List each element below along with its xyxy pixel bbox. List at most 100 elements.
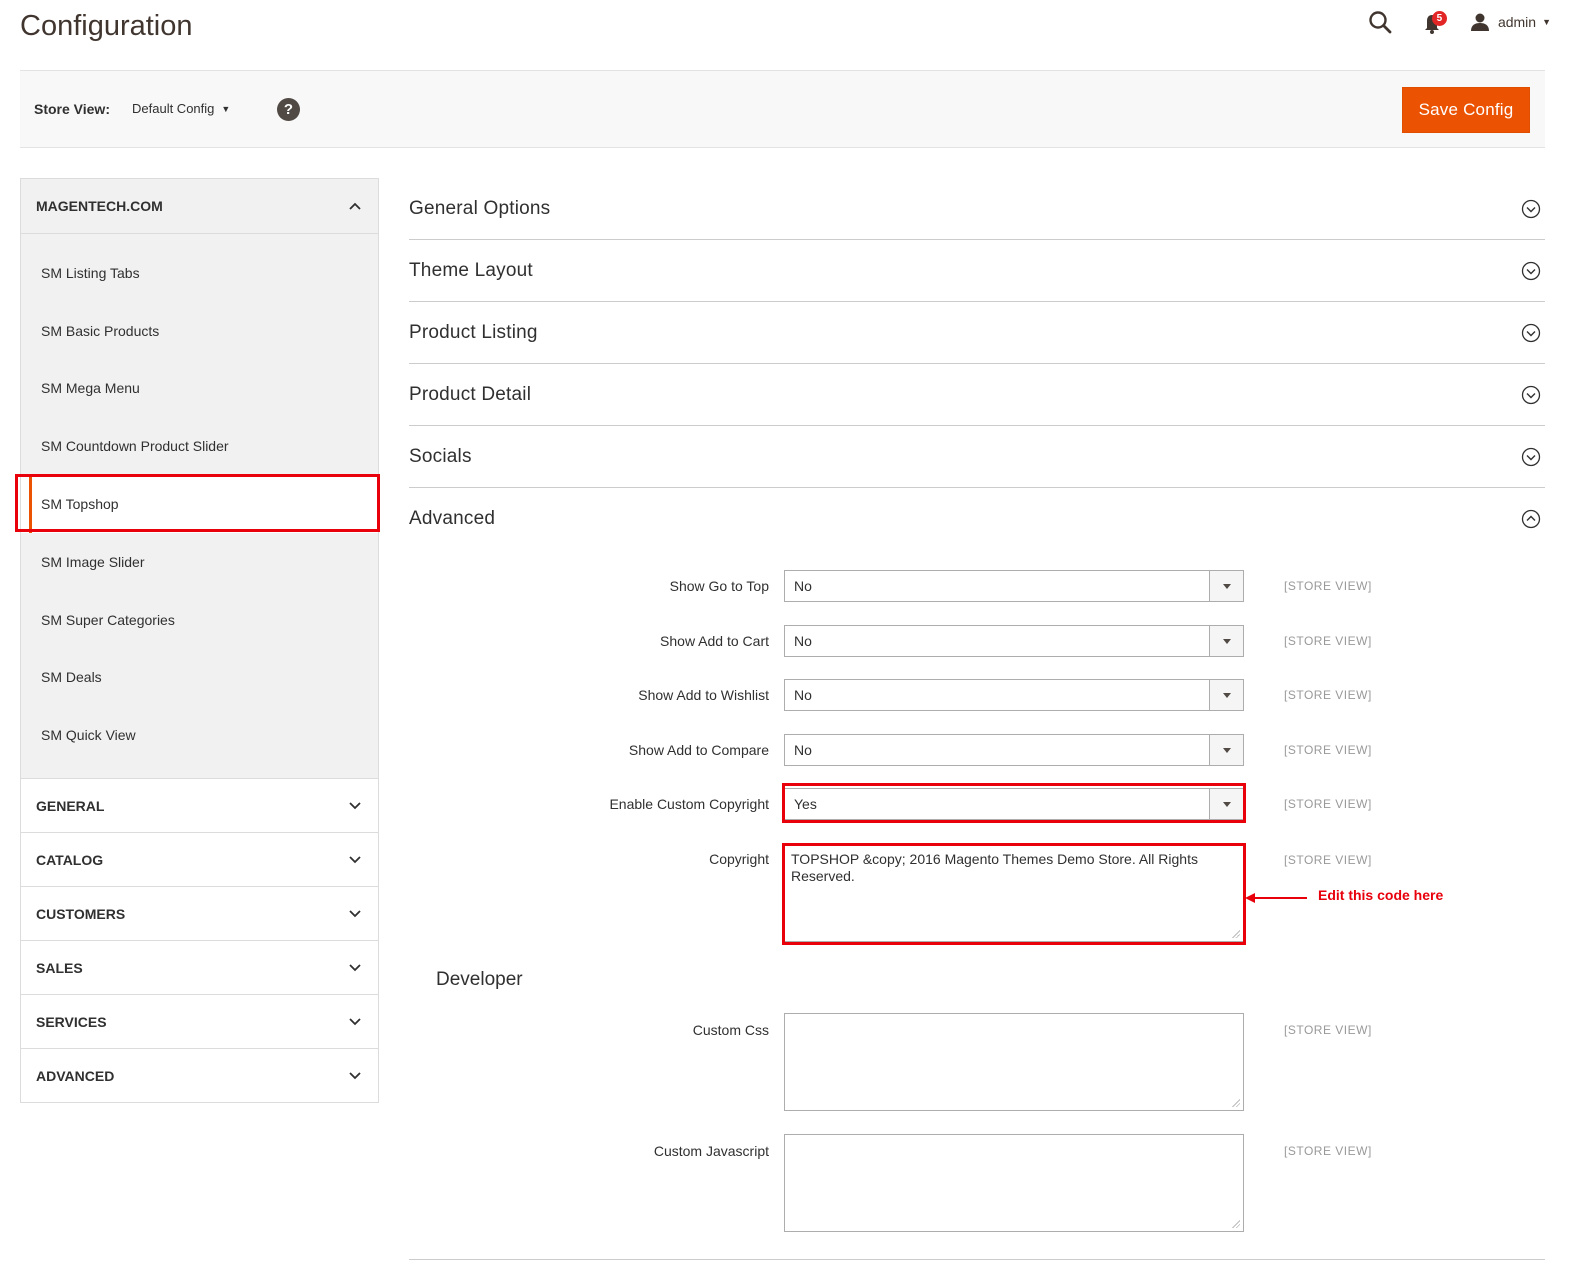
sidebar-item-sm-topshop[interactable]: SM Topshop [21, 475, 378, 533]
user-name: admin [1497, 14, 1537, 30]
sidebar-item-label: SM Super Categories [41, 611, 175, 628]
scope-label: [STORE VIEW] [1284, 853, 1372, 867]
sidebar-item-sm-quick-view[interactable]: SM Quick View [21, 706, 378, 764]
field-label: Custom Javascript [653, 1143, 769, 1159]
section-title: Advanced [409, 508, 496, 529]
sidebar-section-customers[interactable]: CUSTOMERS [20, 887, 379, 942]
sidebar-section-general[interactable]: GENERAL [20, 779, 379, 834]
dropdown-arrow-icon [1209, 571, 1243, 601]
scope-label: [STORE VIEW] [1284, 743, 1372, 757]
sidebar-item-label: SM Image Slider [41, 553, 145, 570]
sidebar-group-header[interactable]: MAGENTECH.COM [21, 179, 378, 234]
sidebar-group-title: MAGENTECH.COM [36, 198, 163, 214]
show-add-to-cart-select[interactable]: No [784, 625, 1244, 657]
circle-chevron-up-icon [1521, 509, 1541, 529]
dropdown-arrow-icon [1209, 626, 1243, 656]
search-icon [1369, 11, 1392, 34]
sidebar-section-sales[interactable]: SALES [20, 941, 379, 996]
textarea-value: TOPSHOP &copy; 2016 Magento Themes Demo … [791, 851, 1198, 884]
sidebar-item-label: SM Countdown Product Slider [41, 438, 229, 455]
field-label: Show Add to Compare [628, 742, 769, 758]
sidebar-item-label: SM Listing Tabs [41, 264, 140, 281]
section-product-listing[interactable]: Product Listing [409, 302, 1545, 364]
custom-css-textarea[interactable] [784, 1013, 1244, 1111]
sidebar-item-label: SM Deals [41, 669, 102, 686]
field-label: Show Add to Cart [660, 633, 769, 649]
show-add-to-compare-select[interactable]: No [784, 734, 1244, 766]
section-title: General Options [409, 197, 551, 219]
store-view-label: Store View: [34, 101, 110, 117]
sidebar-section-label: ADVANCED [36, 1067, 115, 1084]
chevron-down-icon [349, 802, 361, 809]
developer-group-title: Developer [436, 969, 523, 990]
sidebar-section-label: SERVICES [36, 1013, 107, 1030]
custom-javascript-textarea[interactable] [784, 1134, 1244, 1232]
sidebar-section-services[interactable]: SERVICES [20, 995, 379, 1050]
sidebar-item-label: SM Basic Products [41, 322, 160, 339]
page-title: Configuration [20, 10, 193, 42]
field-label: Copyright [709, 851, 769, 867]
config-sidebar: MAGENTECH.COM SM Listing Tabs SM Basic P… [20, 178, 379, 1104]
help-icon[interactable]: ? [277, 98, 300, 121]
select-value: Yes [794, 796, 817, 812]
caret-down-icon: ▼ [221, 104, 231, 114]
search-button[interactable] [1368, 9, 1394, 35]
section-title: Product Detail [409, 383, 532, 405]
circle-chevron-down-icon [1521, 261, 1541, 280]
scope-label: [STORE VIEW] [1284, 579, 1372, 593]
section-theme-layout[interactable]: Theme Layout [409, 240, 1545, 302]
sidebar-item-sm-listing-tabs[interactable]: SM Listing Tabs [21, 244, 378, 302]
chevron-down-icon [349, 856, 361, 863]
user-menu[interactable]: admin ▼ [1470, 12, 1551, 32]
sidebar-item-sm-deals[interactable]: SM Deals [21, 649, 378, 707]
select-value: No [794, 633, 812, 649]
sidebar-item-sm-countdown-product-slider[interactable]: SM Countdown Product Slider [21, 417, 378, 475]
dropdown-arrow-icon [1209, 789, 1243, 819]
resize-grip-icon[interactable] [1231, 929, 1240, 938]
sidebar-item-label: SM Quick View [41, 727, 136, 744]
sidebar-item-sm-basic-products[interactable]: SM Basic Products [21, 302, 378, 360]
circle-chevron-down-icon [1521, 199, 1541, 218]
section-divider [409, 1259, 1545, 1260]
annotation-text: Edit this code here [1318, 887, 1444, 903]
store-view-switcher[interactable]: Default Config ▼ [132, 101, 230, 116]
section-title: Socials [409, 445, 472, 467]
section-advanced[interactable]: Advanced [409, 488, 1545, 550]
show-go-to-top-select[interactable]: No [784, 570, 1244, 602]
sidebar-section-label: SALES [36, 959, 83, 976]
sidebar-item-list: SM Listing Tabs SM Basic Products SM Meg… [21, 234, 378, 780]
field-label: Show Add to Wishlist [638, 687, 769, 703]
section-socials[interactable]: Socials [409, 426, 1545, 488]
sidebar-item-sm-image-slider[interactable]: SM Image Slider [21, 533, 378, 591]
sidebar-item-sm-mega-menu[interactable]: SM Mega Menu [21, 360, 378, 418]
copyright-textarea[interactable]: TOPSHOP &copy; 2016 Magento Themes Demo … [784, 844, 1244, 942]
resize-grip-icon[interactable] [1231, 1219, 1240, 1228]
scope-label: [STORE VIEW] [1284, 1023, 1372, 1037]
scope-label: [STORE VIEW] [1284, 634, 1372, 648]
sidebar-section-catalog[interactable]: CATALOG [20, 833, 379, 888]
select-value: No [794, 742, 812, 758]
sidebar-section-advanced[interactable]: ADVANCED [20, 1049, 379, 1104]
circle-chevron-down-icon [1521, 323, 1541, 342]
show-add-to-wishlist-select[interactable]: No [784, 679, 1244, 711]
scope-label: [STORE VIEW] [1284, 1144, 1372, 1158]
sidebar-section-label: GENERAL [36, 797, 105, 814]
section-general-options[interactable]: General Options [409, 178, 1545, 240]
sidebar-item-label: SM Mega Menu [41, 380, 140, 397]
section-product-detail[interactable]: Product Detail [409, 364, 1545, 426]
resize-grip-icon[interactable] [1231, 1098, 1240, 1107]
chevron-down-icon [349, 910, 361, 917]
field-label: Show Go to Top [669, 578, 769, 594]
enable-custom-copyright-select[interactable]: Yes [784, 788, 1244, 820]
save-config-button[interactable]: Save Config [1402, 87, 1530, 133]
sidebar-section-label: CUSTOMERS [36, 905, 126, 922]
sidebar-item-sm-super-categories[interactable]: SM Super Categories [21, 591, 378, 649]
select-value: No [794, 578, 812, 594]
sidebar-group-magentech: MAGENTECH.COM SM Listing Tabs SM Basic P… [20, 178, 379, 780]
notification-count-badge: 5 [1431, 11, 1447, 26]
notifications-button[interactable]: 5 [1420, 8, 1448, 36]
sidebar-section-label: CATALOG [36, 851, 104, 868]
scope-label: [STORE VIEW] [1284, 688, 1372, 702]
scope-label: [STORE VIEW] [1284, 797, 1372, 811]
section-title: Product Listing [409, 321, 538, 343]
